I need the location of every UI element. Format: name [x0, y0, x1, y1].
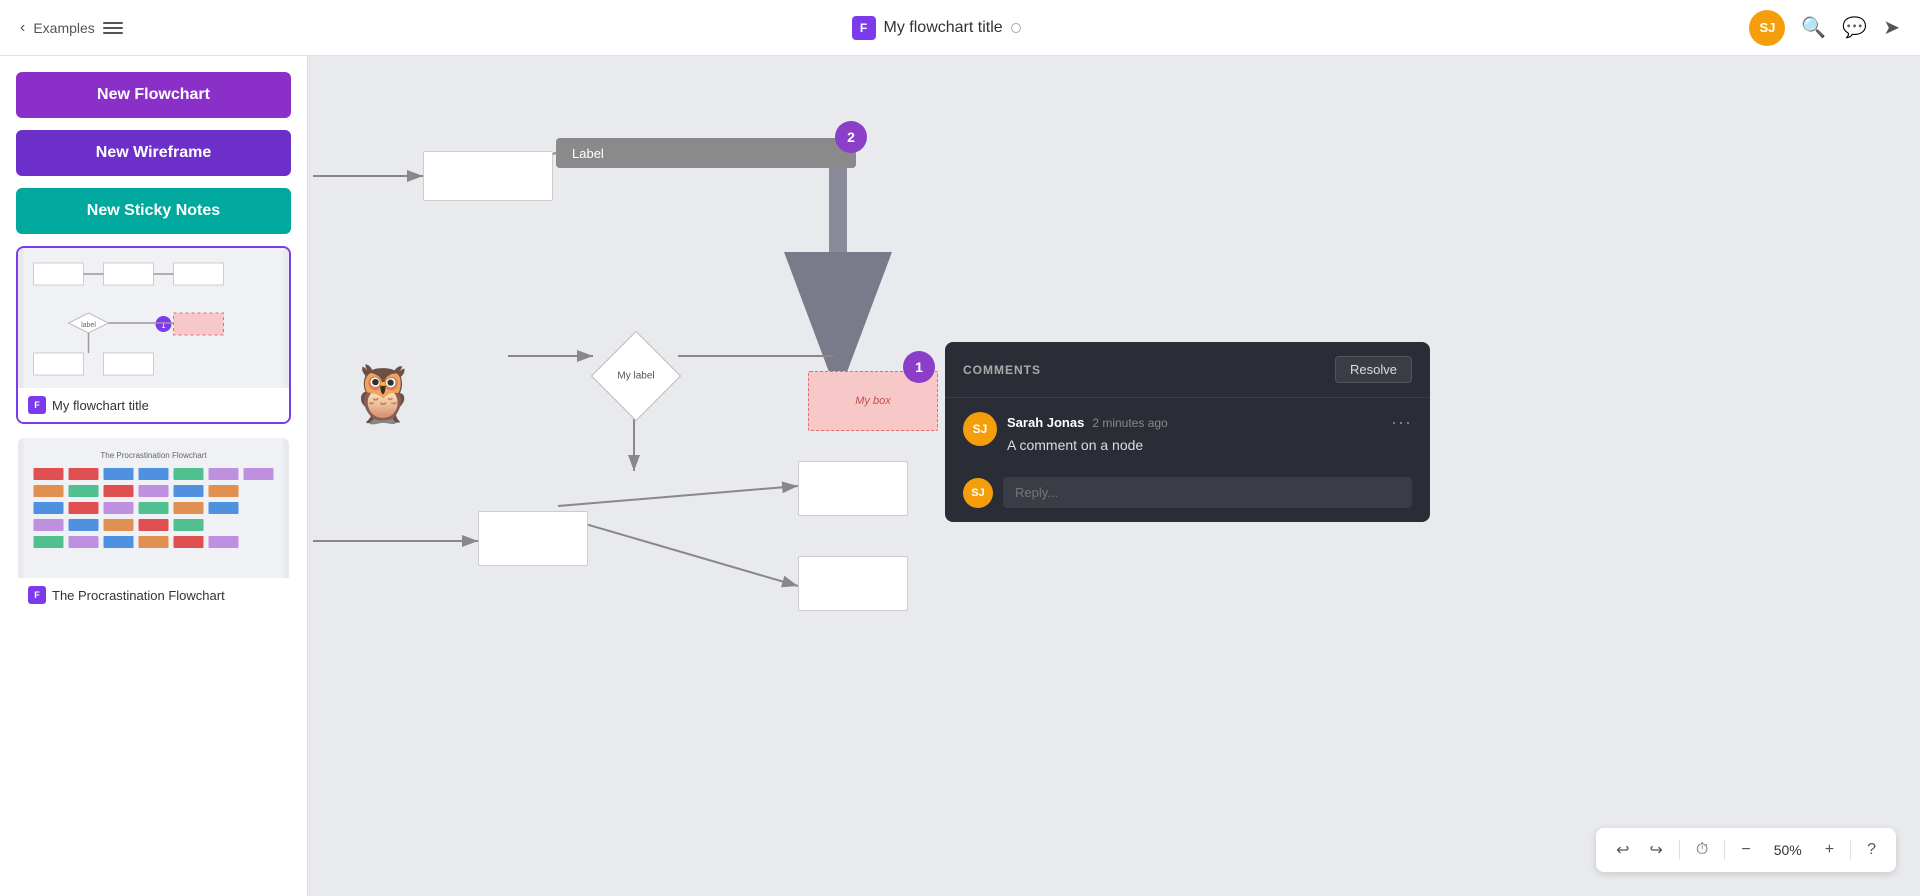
main: New Flowchart New Wireframe New Sticky N… [0, 56, 1920, 896]
comment-text: A comment on a node [1007, 437, 1412, 453]
history-button[interactable]: ⏱ [1688, 837, 1716, 863]
card-label-1: F My flowchart title [18, 388, 289, 422]
send-icon[interactable]: ➤ [1883, 15, 1900, 40]
redo-button[interactable]: ↪ [1642, 836, 1671, 864]
sidebar-card-2[interactable]: The Procrastination Flowchart [16, 436, 291, 614]
card-logo-2: F [28, 586, 46, 604]
toolbar-divider-3 [1850, 840, 1851, 860]
header-center: F My flowchart title [852, 16, 1021, 40]
toolbar-divider-1 [1679, 840, 1680, 860]
comments-panel: COMMENTS Resolve SJ Sarah Jonas 2 minute… [945, 342, 1430, 522]
owl-mascot: 🦉 [348, 361, 418, 427]
node-lower-left[interactable] [478, 511, 588, 566]
comment-body: Sarah Jonas 2 minutes ago ··· A comment … [1007, 412, 1412, 453]
comment-reply-area: SJ [945, 467, 1430, 522]
new-flowchart-button[interactable]: New Flowchart [16, 72, 291, 118]
chat-icon[interactable]: 💬 [1842, 15, 1867, 40]
reply-input[interactable] [1003, 477, 1412, 508]
status-indicator [1011, 23, 1021, 33]
comments-title: COMMENTS [963, 363, 1041, 377]
card-logo-1: F [28, 396, 46, 414]
zoom-level: 50% [1763, 838, 1813, 862]
comments-header: COMMENTS Resolve [945, 342, 1430, 398]
pink-box-label: My box [855, 395, 890, 407]
card-label-2: F The Procrastination Flowchart [18, 578, 289, 612]
badge-2-label: 2 [847, 129, 855, 145]
badge-1[interactable]: 1 [903, 351, 935, 383]
new-sticky-notes-button[interactable]: New Sticky Notes [16, 188, 291, 234]
sidebar: New Flowchart New Wireframe New Sticky N… [0, 56, 308, 896]
card-preview-1: label 1 [18, 248, 289, 388]
header-logo: F [852, 16, 876, 40]
sidebar-card-1[interactable]: label 1 [16, 246, 291, 424]
badge-2[interactable]: 2 [835, 121, 867, 153]
connector-label-text: Label [572, 146, 604, 161]
header-left: ‹ Examples [20, 19, 123, 37]
node-top-left[interactable] [423, 151, 553, 201]
new-wireframe-button[interactable]: New Wireframe [16, 130, 291, 176]
connector-label: Label [556, 138, 856, 168]
hamburger-icon[interactable] [103, 22, 123, 34]
zoom-out-button[interactable]: − [1733, 837, 1758, 863]
badge-1-label: 1 [915, 359, 923, 375]
node-right-mid-2[interactable] [798, 556, 908, 611]
commenter-avatar: SJ [963, 412, 997, 446]
comment-time: 2 minutes ago [1092, 416, 1167, 430]
canvas-toolbar: ↩ ↪ ⏱ − 50% + ? [1596, 828, 1896, 872]
comment-more-icon[interactable]: ··· [1391, 412, 1412, 433]
card-title-2: The Procrastination Flowchart [52, 588, 225, 603]
zoom-in-button[interactable]: + [1817, 837, 1842, 863]
comment-author: Sarah Jonas [1007, 415, 1084, 430]
card-preview-2: The Procrastination Flowchart [18, 438, 289, 578]
comment-item: SJ Sarah Jonas 2 minutes ago ··· A comme… [945, 398, 1430, 467]
node-right-mid-1[interactable] [798, 461, 908, 516]
page-title: My flowchart title [884, 19, 1003, 37]
back-link[interactable]: Examples [33, 20, 94, 36]
resolve-button[interactable]: Resolve [1335, 356, 1412, 383]
reply-avatar: SJ [963, 478, 993, 508]
canvas[interactable]: Label 2 My label 🦉 My box 1 [308, 56, 1920, 896]
svg-text:The Procrastination Flowchart: The Procrastination Flowchart [100, 451, 207, 460]
svg-text:label: label [81, 322, 96, 329]
comment-meta: Sarah Jonas 2 minutes ago ··· [1007, 412, 1412, 433]
card-title-1: My flowchart title [52, 398, 149, 413]
back-arrow-icon: ‹ [20, 19, 25, 37]
diamond-node[interactable]: My label [591, 331, 681, 421]
help-button[interactable]: ? [1859, 837, 1884, 863]
header: ‹ Examples F My flowchart title SJ 🔍 💬 ➤ [0, 0, 1920, 56]
diamond-label: My label [617, 371, 654, 382]
header-right: SJ 🔍 💬 ➤ [1749, 10, 1900, 46]
undo-button[interactable]: ↩ [1608, 836, 1637, 864]
avatar[interactable]: SJ [1749, 10, 1785, 46]
toolbar-divider-2 [1724, 840, 1725, 860]
search-icon[interactable]: 🔍 [1801, 15, 1826, 40]
